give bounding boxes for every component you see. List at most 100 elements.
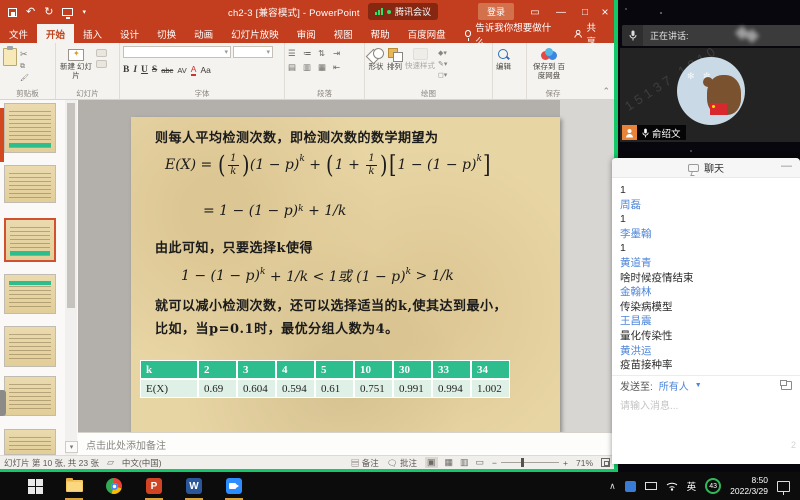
redo-icon[interactable]: ↻ <box>44 7 53 18</box>
chat-message-list[interactable]: 1周磊1李墨翰1黄道青啥时候疫情结束金翰林传染病模型王昌震量化传染性黄洪运疫苗接… <box>612 178 800 375</box>
meeting-status-badge[interactable]: 腾讯会议 <box>368 3 438 20</box>
current-slide[interactable]: 则每人平均检测次数，即检测次数的数学期望为 E(X) = (1k)(1 − p)… <box>131 117 560 432</box>
new-slide-button[interactable]: 新建 幻灯片 <box>59 46 93 88</box>
participant-video-tile[interactable]: 15137 1810 ✻ ✼ 俞绍文 <box>620 48 800 142</box>
action-center-icon[interactable] <box>777 481 790 492</box>
zoom-out-icon[interactable]: − <box>492 458 497 468</box>
ribbon-tab[interactable]: 幻灯片放映 <box>222 24 288 43</box>
zoom-level[interactable]: 71% <box>576 458 593 468</box>
tell-me-box[interactable]: 告诉我你想要做什么 <box>455 24 565 43</box>
clock[interactable]: 8:50 2022/3/29 <box>730 475 768 496</box>
tray-app-icon[interactable] <box>625 481 636 492</box>
login-button[interactable]: 登录 <box>478 3 514 20</box>
ribbon-tab[interactable]: 视图 <box>325 24 362 43</box>
slide-thumbnail[interactable] <box>4 429 56 455</box>
chat-input-area[interactable]: 2 <box>612 414 800 464</box>
numbered-list-icon[interactable]: ≔ <box>303 48 316 60</box>
thumbnail-scrollbar[interactable] <box>65 100 77 455</box>
arrange-button[interactable]: 排列 <box>387 46 402 88</box>
start-button[interactable] <box>28 479 43 494</box>
pop-out-icon[interactable] <box>781 381 792 390</box>
reset-icon[interactable] <box>96 60 107 68</box>
minimize-chat-icon[interactable]: — <box>781 160 792 172</box>
ribbon-tab[interactable]: 文件 <box>0 24 37 43</box>
normal-view-icon[interactable]: ▣ <box>425 457 438 468</box>
quick-styles-button[interactable]: 快速样式 <box>405 46 435 88</box>
qat-customize-caret-icon[interactable]: ▾ <box>82 9 86 16</box>
bold-button[interactable]: B <box>123 65 129 75</box>
edit-button[interactable]: 编辑 <box>496 46 511 88</box>
taskbar-word[interactable]: W <box>185 477 203 495</box>
line-spacing-icon[interactable]: ⇅ <box>318 48 331 60</box>
zoom-slider[interactable]: − + <box>492 458 568 468</box>
paste-button[interactable] <box>3 46 17 88</box>
language-indicator[interactable]: 中文(中国) <box>122 457 162 469</box>
slide-thumbnail[interactable] <box>4 274 56 314</box>
display-icon[interactable] <box>645 482 657 490</box>
ribbon-tab[interactable]: 审阅 <box>288 24 325 43</box>
layout-icon[interactable] <box>96 49 107 57</box>
clear-formatting-icon[interactable]: abc <box>161 66 173 75</box>
battery-indicator[interactable]: 43 <box>705 478 721 494</box>
slide-thumbnail[interactable] <box>4 165 56 203</box>
slide-thumbnail-selected[interactable] <box>4 218 56 262</box>
notes-toggle[interactable]: ▤ 备注 <box>351 457 379 469</box>
font-size-select[interactable]: ▾ <box>233 46 273 58</box>
italic-button[interactable]: I <box>133 65 137 75</box>
format-painter-icon[interactable]: 🖌 <box>20 74 29 82</box>
ribbon-tab[interactable]: 插入 <box>74 24 111 43</box>
tray-expand-icon[interactable]: ∧ <box>609 481 616 492</box>
columns-icon[interactable]: ▦ <box>318 62 331 74</box>
slide-thumbnail[interactable] <box>4 376 56 416</box>
taskbar-tencent-meeting[interactable] <box>225 477 243 495</box>
shape-effects-icon[interactable]: ◻▾ <box>438 71 447 79</box>
font-color-icon[interactable]: A <box>191 64 197 76</box>
slideshow-icon[interactable]: ▭ <box>476 457 485 468</box>
taskbar-powerpoint[interactable]: P <box>145 477 163 495</box>
send-to-select[interactable]: 所有人 <box>659 378 689 393</box>
undo-icon[interactable]: ↶ <box>26 7 35 18</box>
taskbar-file-explorer[interactable] <box>65 477 83 495</box>
save-icon[interactable] <box>8 8 17 17</box>
shapes-button[interactable]: 形状 <box>368 46 384 88</box>
text-direction-icon[interactable]: ⇤ <box>333 62 346 74</box>
wifi-icon[interactable] <box>666 481 678 491</box>
shape-fill-icon[interactable]: ◆▾ <box>438 49 447 57</box>
copy-icon[interactable]: ⧉ <box>20 63 29 71</box>
share-button[interactable]: 共享 <box>564 24 614 43</box>
taskbar-chrome[interactable] <box>105 477 123 495</box>
fit-to-window-icon[interactable] <box>601 458 610 467</box>
slide-thumbnail[interactable] <box>4 103 56 153</box>
change-case-icon[interactable]: Aa <box>200 65 210 75</box>
collapse-ribbon-icon[interactable]: ⌃ <box>602 86 610 97</box>
ribbon-tab[interactable]: 设计 <box>111 24 148 43</box>
shape-outline-icon[interactable]: ✎▾ <box>438 60 447 68</box>
indent-more-icon[interactable]: ⇥ <box>333 48 346 60</box>
ribbon-tab[interactable]: 切换 <box>148 24 185 43</box>
character-spacing-icon[interactable]: AV <box>177 66 186 75</box>
notes-pane[interactable]: 点击此处添加备注 <box>78 432 614 455</box>
align-left-icon[interactable]: ▤ <box>288 62 301 74</box>
chat-input[interactable]: 请输入消息... <box>612 395 800 414</box>
chat-header[interactable]: 聊天 — <box>612 158 800 178</box>
underline-button[interactable]: U <box>141 65 148 75</box>
notes-collapse-button[interactable]: ▾ <box>65 441 78 453</box>
slide-sorter-icon[interactable]: ▦ <box>445 457 454 468</box>
bullet-list-icon[interactable]: ☰ <box>288 48 301 60</box>
cut-icon[interactable]: ✂ <box>20 49 29 60</box>
font-name-select[interactable]: ▾ <box>123 46 231 58</box>
ime-indicator[interactable]: 英 <box>687 479 697 493</box>
start-slideshow-icon[interactable] <box>62 8 73 16</box>
slide-thumbnail[interactable] <box>4 326 56 367</box>
strikethrough-button[interactable]: S <box>152 65 157 75</box>
zoom-in-icon[interactable]: + <box>563 458 568 468</box>
save-to-baidu-button[interactable]: 保存到 百度网盘 <box>530 46 568 88</box>
ribbon-tab[interactable]: 帮助 <box>362 24 399 43</box>
spellcheck-icon[interactable]: ▱ <box>107 457 114 468</box>
ribbon-tab[interactable]: 百度网盘 <box>399 24 455 43</box>
ribbon-tab[interactable]: 动画 <box>185 24 222 43</box>
chevron-down-icon[interactable]: ▼ <box>695 382 702 389</box>
reading-view-icon[interactable]: ▥ <box>460 457 469 468</box>
align-center-icon[interactable]: ▥ <box>303 62 316 74</box>
ribbon-tab[interactable]: 开始 <box>37 24 74 43</box>
